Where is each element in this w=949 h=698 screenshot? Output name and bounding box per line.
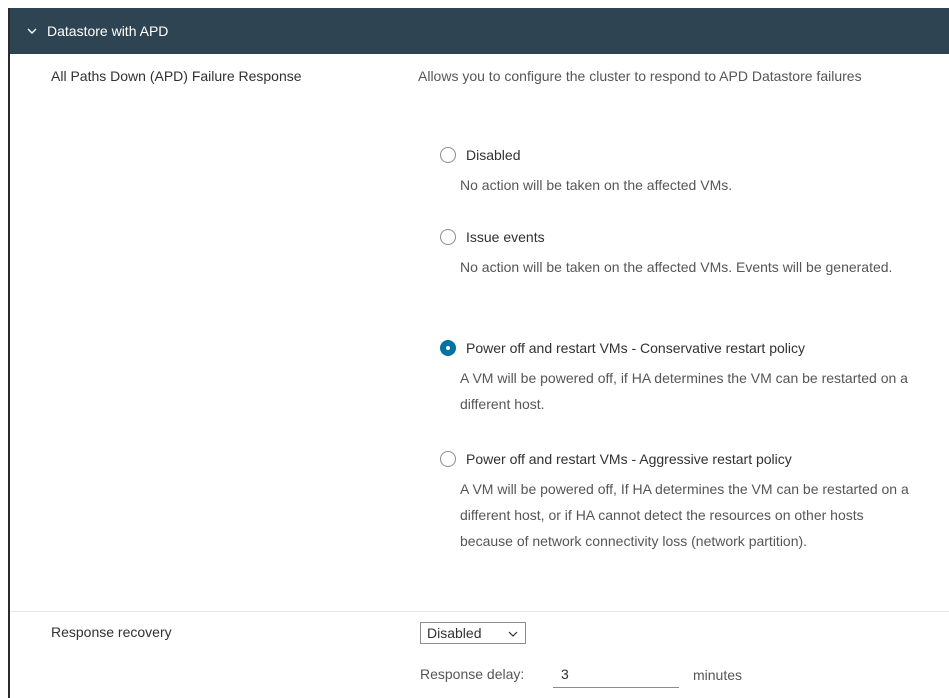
- option-aggressive-restart: Power off and restart VMs - Aggressive r…: [440, 448, 940, 554]
- option-label: Disabled: [466, 147, 521, 163]
- radio-disabled[interactable]: Disabled: [440, 144, 940, 166]
- option-conservative-restart: Power off and restart VMs - Conservative…: [440, 337, 940, 417]
- radio-circle-selected[interactable]: [440, 340, 456, 356]
- option-description: A VM will be powered off, if HA determin…: [460, 370, 908, 412]
- chevron-down-icon: [507, 626, 519, 643]
- radio-issue-events[interactable]: Issue events: [440, 226, 940, 248]
- section-title: Datastore with APD: [47, 23, 169, 39]
- apd-settings-panel: Datastore with APD All Paths Down (APD) …: [8, 8, 949, 698]
- response-recovery-select[interactable]: Disabled: [420, 622, 526, 644]
- option-disabled: Disabled No action will be taken on the …: [440, 144, 940, 198]
- response-delay-input[interactable]: [553, 660, 679, 688]
- option-description: A VM will be powered off, If HA determin…: [460, 481, 909, 549]
- option-description: No action will be taken on the affected …: [460, 259, 893, 275]
- apd-description: Allows you to configure the cluster to r…: [418, 68, 862, 84]
- row-divider: [10, 611, 949, 612]
- response-recovery-label: Response recovery: [51, 624, 172, 640]
- select-value: Disabled: [427, 625, 482, 641]
- response-delay-unit: minutes: [693, 667, 743, 683]
- option-description: No action will be taken on the affected …: [460, 177, 733, 193]
- option-issue-events: Issue events No action will be taken on …: [440, 226, 940, 280]
- option-label: Power off and restart VMs - Aggressive r…: [466, 451, 792, 467]
- radio-circle[interactable]: [440, 147, 456, 163]
- radio-circle[interactable]: [440, 229, 456, 245]
- radio-circle[interactable]: [440, 451, 456, 467]
- option-label: Power off and restart VMs - Conservative…: [466, 340, 805, 356]
- chevron-down-icon: [25, 24, 39, 38]
- option-label: Issue events: [466, 229, 545, 245]
- apd-failure-response-label: All Paths Down (APD) Failure Response: [51, 68, 302, 84]
- radio-aggressive-restart[interactable]: Power off and restart VMs - Aggressive r…: [440, 448, 940, 470]
- radio-conservative-restart[interactable]: Power off and restart VMs - Conservative…: [440, 337, 940, 359]
- response-delay-label: Response delay:: [420, 666, 525, 682]
- section-header[interactable]: Datastore with APD: [10, 8, 949, 54]
